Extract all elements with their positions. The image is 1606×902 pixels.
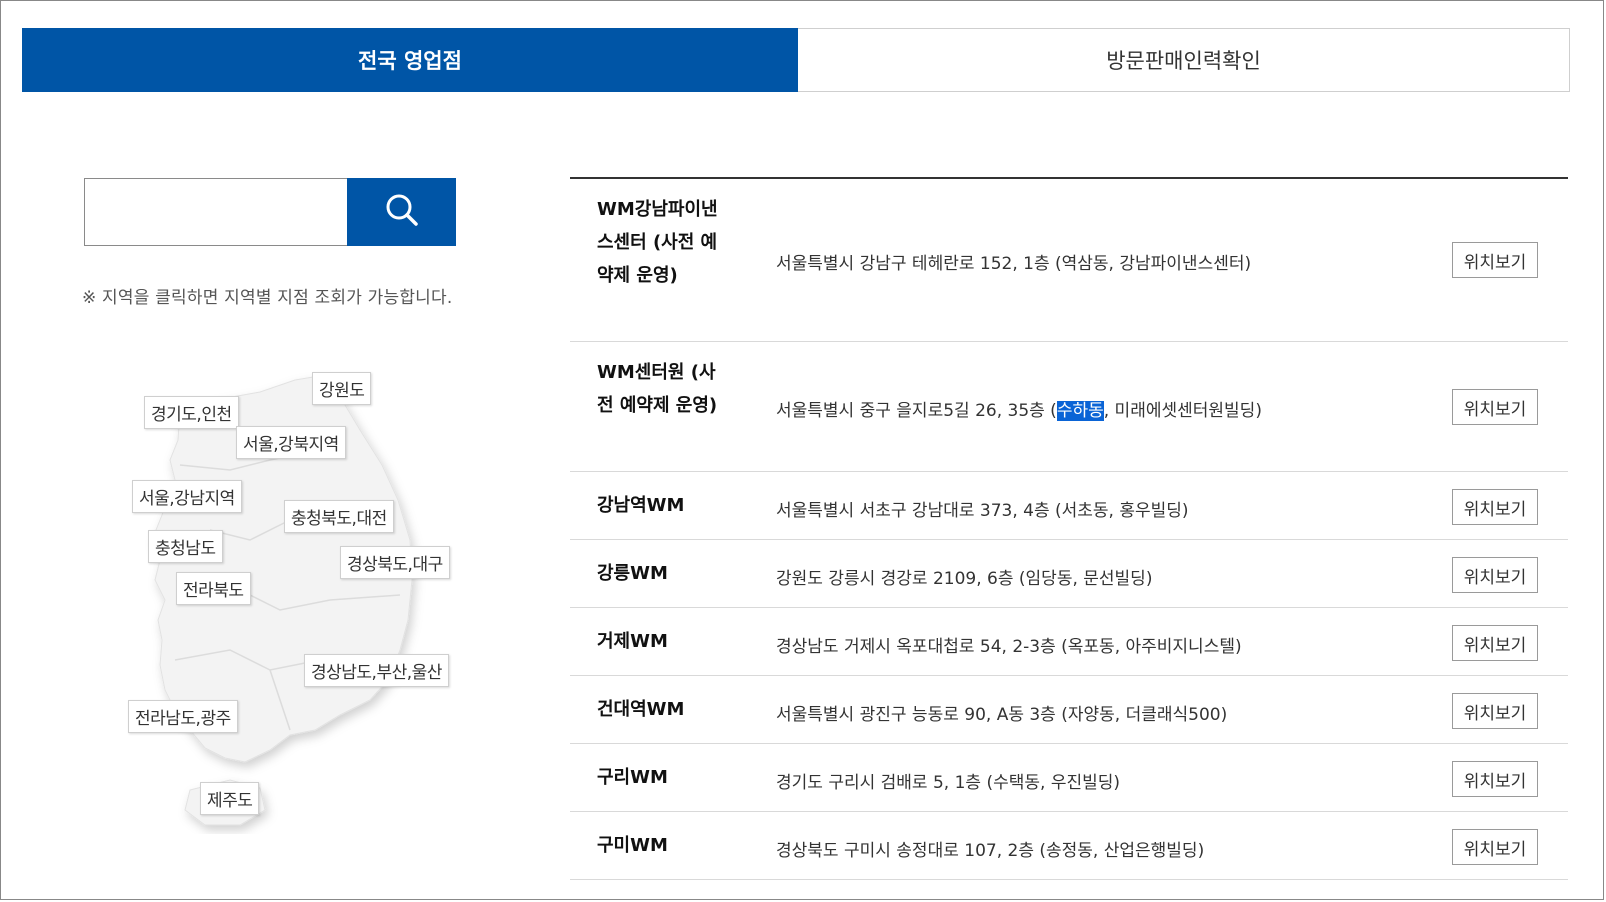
region-seoul-gangnam[interactable]: 서울,강남지역 [132, 480, 242, 513]
region-chungbuk-daejeon[interactable]: 충청북도,대전 [284, 500, 394, 533]
region-seoul-gangbuk[interactable]: 서울,강북지역 [236, 426, 346, 459]
branch-name: 건대역WM [597, 699, 685, 720]
region-jeju[interactable]: 제주도 [200, 782, 260, 815]
search-box [84, 178, 456, 246]
region-gangwon[interactable]: 강원도 [312, 372, 372, 405]
branch-name: WM강남파이낸스센터 (사전 예약제 운영) [597, 199, 718, 286]
table-row: WM센터원 (사전 예약제 운영) 서울특별시 중구 을지로5길 26, 35층… [570, 342, 1568, 472]
view-location-button[interactable]: 위치보기 [1452, 389, 1538, 425]
region-jeonbuk[interactable]: 전라북도 [176, 572, 251, 605]
tab-bar: 전국 영업점 방문판매인력확인 [22, 28, 1570, 92]
view-location-button[interactable]: 위치보기 [1452, 625, 1538, 661]
view-location-button[interactable]: 위치보기 [1452, 242, 1538, 278]
region-gyeongbuk-daegu[interactable]: 경상북도,대구 [340, 546, 450, 579]
branch-name: 구미WM [597, 835, 668, 856]
region-gyeongnam-busan-ulsan[interactable]: 경상남도,부산,울산 [304, 654, 449, 687]
branch-address: 강원도 강릉시 경강로 2109, 6층 (임당동, 문선빌딩) [776, 569, 1153, 589]
branch-address: 서울특별시 광진구 능동로 90, A동 3층 (자양동, 더클래식500) [776, 705, 1228, 725]
korea-map: 경기도,인천 강원도 서울,강북지역 서울,강남지역 충청북도,대전 충청남도 … [120, 370, 460, 880]
region-hint-text: ※ 지역을 클릭하면 지역별 지점 조회가 가능합니다. [82, 288, 453, 308]
address-part: , 미래에셋센터원빌딩) [1103, 401, 1262, 421]
view-location-button[interactable]: 위치보기 [1452, 557, 1538, 593]
region-gyeonggi-incheon[interactable]: 경기도,인천 [144, 396, 239, 429]
branch-name: 강릉WM [597, 563, 668, 584]
tab-branches[interactable]: 전국 영업점 [22, 28, 798, 92]
tab-visit-sales-check[interactable]: 방문판매인력확인 [798, 28, 1570, 92]
branch-address: 서울특별시 서초구 강남대로 373, 4층 (서초동, 홍우빌딩) [776, 501, 1189, 521]
table-row: 구리WM 경기도 구리시 검배로 5, 1층 (수택동, 우진빌딩) 위치보기 [570, 744, 1568, 812]
branch-name: 강남역WM [597, 495, 685, 516]
branch-name: WM센터원 (사전 예약제 운영) [597, 362, 718, 416]
table-row: 거제WM 경상남도 거제시 옥포대첩로 54, 2-3층 (옥포동, 아주비지니… [570, 608, 1568, 676]
view-location-button[interactable]: 위치보기 [1452, 829, 1538, 865]
table-row: 구미WM 경상북도 구미시 송정대로 107, 2층 (송정동, 산업은행빌딩)… [570, 812, 1568, 880]
branch-address: 경상남도 거제시 옥포대첩로 54, 2-3층 (옥포동, 아주비지니스텔) [776, 637, 1242, 657]
branch-name: 구리WM [597, 767, 668, 788]
selected-text-highlight: 수하동 [1056, 401, 1104, 421]
view-location-button[interactable]: 위치보기 [1452, 693, 1538, 729]
search-input[interactable] [84, 178, 347, 246]
branch-name: 거제WM [597, 631, 668, 652]
view-location-button[interactable]: 위치보기 [1452, 761, 1538, 797]
branch-address: 경기도 구리시 검배로 5, 1층 (수택동, 우진빌딩) [776, 773, 1121, 793]
search-button[interactable] [347, 178, 456, 246]
search-icon [385, 193, 419, 231]
branch-address: 서울특별시 강남구 테헤란로 152, 1층 (역삼동, 강남파이낸스센터) [776, 254, 1252, 274]
table-row: 강남역WM 서울특별시 서초구 강남대로 373, 4층 (서초동, 홍우빌딩)… [570, 472, 1568, 540]
region-chungnam[interactable]: 충청남도 [148, 530, 223, 563]
region-jeonnam-gwangju[interactable]: 전라남도,광주 [128, 700, 238, 733]
table-row: WM강남파이낸스센터 (사전 예약제 운영) 서울특별시 강남구 테헤란로 15… [570, 179, 1568, 342]
table-row: 강릉WM 강원도 강릉시 경강로 2109, 6층 (임당동, 문선빌딩) 위치… [570, 540, 1568, 608]
branch-list: WM강남파이낸스센터 (사전 예약제 운영) 서울특별시 강남구 테헤란로 15… [570, 177, 1568, 880]
branch-address: 경상북도 구미시 송정대로 107, 2층 (송정동, 산업은행빌딩) [776, 841, 1205, 861]
table-row: 건대역WM 서울특별시 광진구 능동로 90, A동 3층 (자양동, 더클래식… [570, 676, 1568, 744]
view-location-button[interactable]: 위치보기 [1452, 489, 1538, 525]
address-part: 서울특별시 중구 을지로5길 26, 35층 ( [776, 401, 1057, 421]
branch-address: 서울특별시 중구 을지로5길 26, 35층 (수하동, 미래에셋센터원빌딩) [776, 396, 1262, 421]
